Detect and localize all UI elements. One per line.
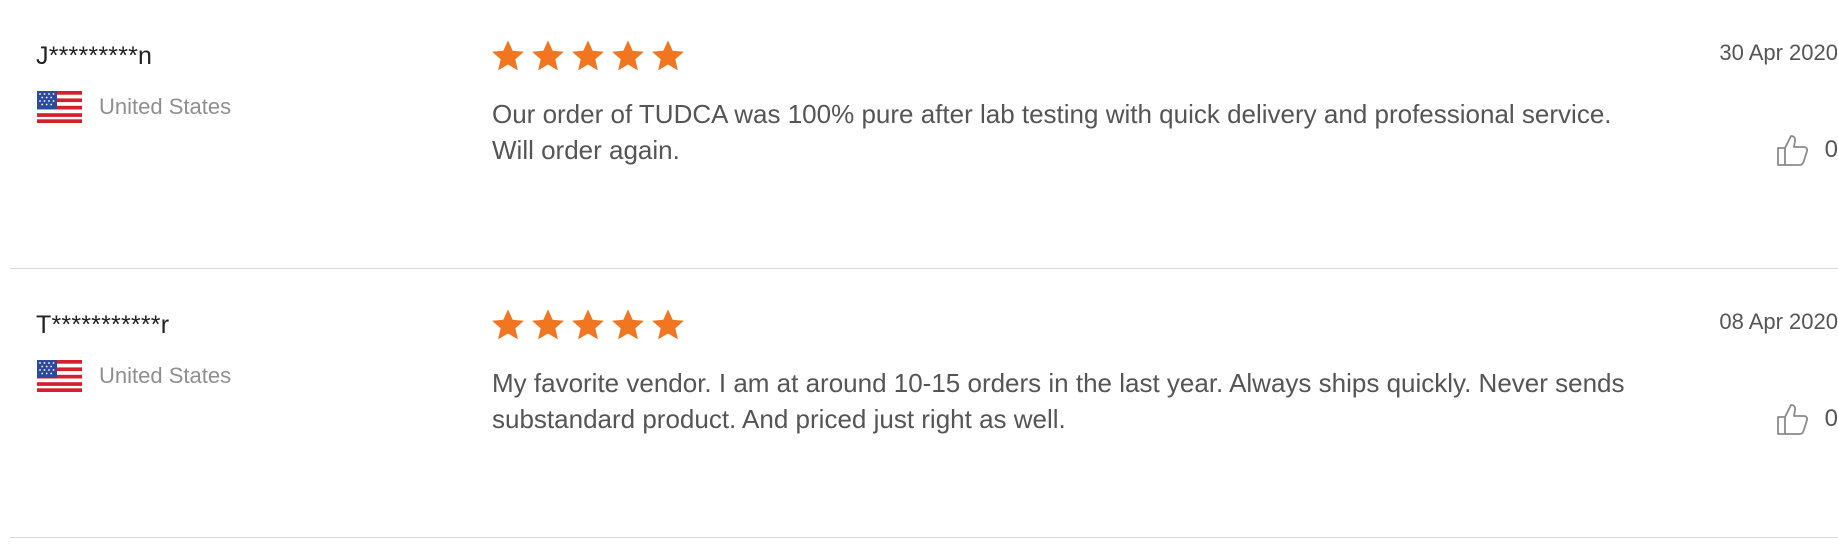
us-flag-icon [37, 91, 82, 123]
us-flag-icon [37, 360, 82, 392]
like-control[interactable]: 0 [1775, 401, 1838, 437]
thumbs-up-icon[interactable] [1775, 401, 1811, 437]
like-count: 0 [1824, 136, 1838, 163]
star-icon [610, 38, 646, 74]
star-icon [490, 38, 526, 74]
star-icon [610, 307, 646, 343]
reviewer-name: T***********r [36, 311, 170, 339]
star-icon [650, 38, 686, 74]
thumbs-up-icon[interactable] [1775, 132, 1811, 168]
star-icon [490, 307, 526, 343]
country-name: United States [99, 94, 232, 119]
review-text: My favorite vendor. I am at around 10-15… [492, 368, 1625, 434]
star-icon [650, 307, 686, 343]
star-rating [490, 307, 686, 343]
country-name: United States [99, 363, 232, 388]
review-date: 08 Apr 2020 [1719, 309, 1838, 334]
star-rating [490, 38, 686, 74]
reviewer-name: J*********n [36, 42, 153, 70]
star-icon [570, 307, 606, 343]
star-icon [530, 307, 566, 343]
review-date: 30 Apr 2020 [1719, 40, 1838, 65]
review-item: J*********n United States Our order of T… [10, 0, 1838, 269]
like-count: 0 [1824, 405, 1838, 432]
star-icon [570, 38, 606, 74]
review-text: Our order of TUDCA was 100% pure after l… [492, 99, 1612, 165]
reviewer-country: United States [37, 91, 231, 123]
star-icon [530, 38, 566, 74]
review-item: T***********r United States My favorite … [10, 269, 1838, 538]
like-control[interactable]: 0 [1775, 132, 1838, 168]
reviewer-country: United States [37, 360, 231, 392]
